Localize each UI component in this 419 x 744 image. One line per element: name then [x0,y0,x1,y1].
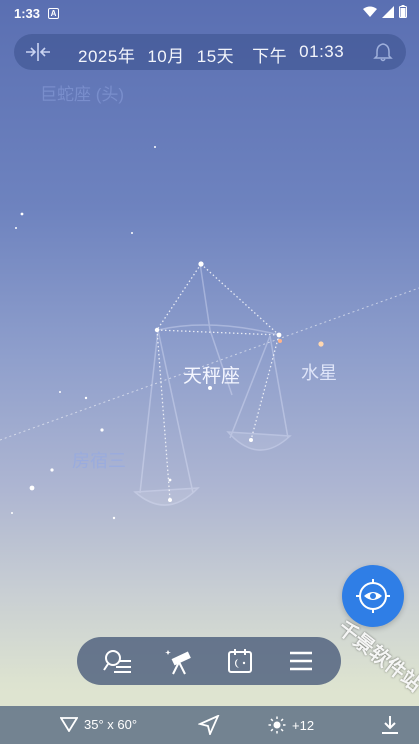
date-month[interactable]: 10月 [147,42,184,67]
bell-icon [373,43,393,62]
star [20,212,24,216]
telescope-icon [164,650,191,675]
star [276,332,282,338]
star [11,512,13,514]
date-year[interactable]: 2025年 [78,42,135,67]
star [84,396,88,400]
label-libra[interactable]: 天秤座 [183,361,240,388]
date-time-text[interactable]: 2025年 10月 15天 下午 01:33 [78,42,344,67]
search-list-icon [102,650,131,673]
status-icons [363,5,407,18]
time-value[interactable]: 01:33 [299,42,344,67]
search-button[interactable] [100,643,136,679]
navigation-arrow-icon [197,714,220,737]
fov-value: 35° x 60° [84,716,138,732]
calendar-night-icon [227,649,252,673]
compass-eye-icon [356,579,390,613]
navigate-button[interactable] [197,714,220,738]
date-day[interactable]: 15天 [197,42,234,67]
brightness-control[interactable]: +12 [268,716,314,734]
telescope-button[interactable] [161,643,197,679]
date-time-bar[interactable]: 2025年 10月 15天 下午 01:33 [14,34,406,70]
star [50,468,54,472]
star [154,327,160,333]
mercury-planet [318,341,324,347]
field-of-view[interactable]: 35° x 60° [60,716,137,732]
field-of-view-icon [60,717,78,732]
star [59,391,61,393]
star [112,516,116,520]
label-serpens[interactable]: 巨蛇座 (头) [40,80,124,105]
brightness-value: +12 [292,717,315,733]
star [29,485,35,491]
star [131,232,133,234]
notification-icon: A [48,7,60,19]
label-mercury[interactable]: 水星 [301,359,337,385]
signal-icon [382,5,394,18]
stars [11,146,282,520]
alarm-button[interactable] [372,41,394,63]
star [249,438,253,442]
collapse-arrows-icon [26,43,50,61]
label-fangsu[interactable]: 房宿三 [72,447,126,473]
time-ampm[interactable]: 下午 [252,42,287,67]
battery-icon [399,5,407,18]
wifi-icon [363,6,377,17]
status-bar: 1:33 A [0,0,419,26]
collapse-button[interactable] [24,40,52,64]
star [168,498,172,502]
star [154,146,156,148]
sun-icon [268,716,286,734]
star-red [278,339,282,343]
star [15,227,17,229]
star [100,428,104,432]
status-time: 1:33 [14,5,41,21]
star [198,261,204,267]
calendar-button[interactable] [222,643,258,679]
star [168,478,172,482]
